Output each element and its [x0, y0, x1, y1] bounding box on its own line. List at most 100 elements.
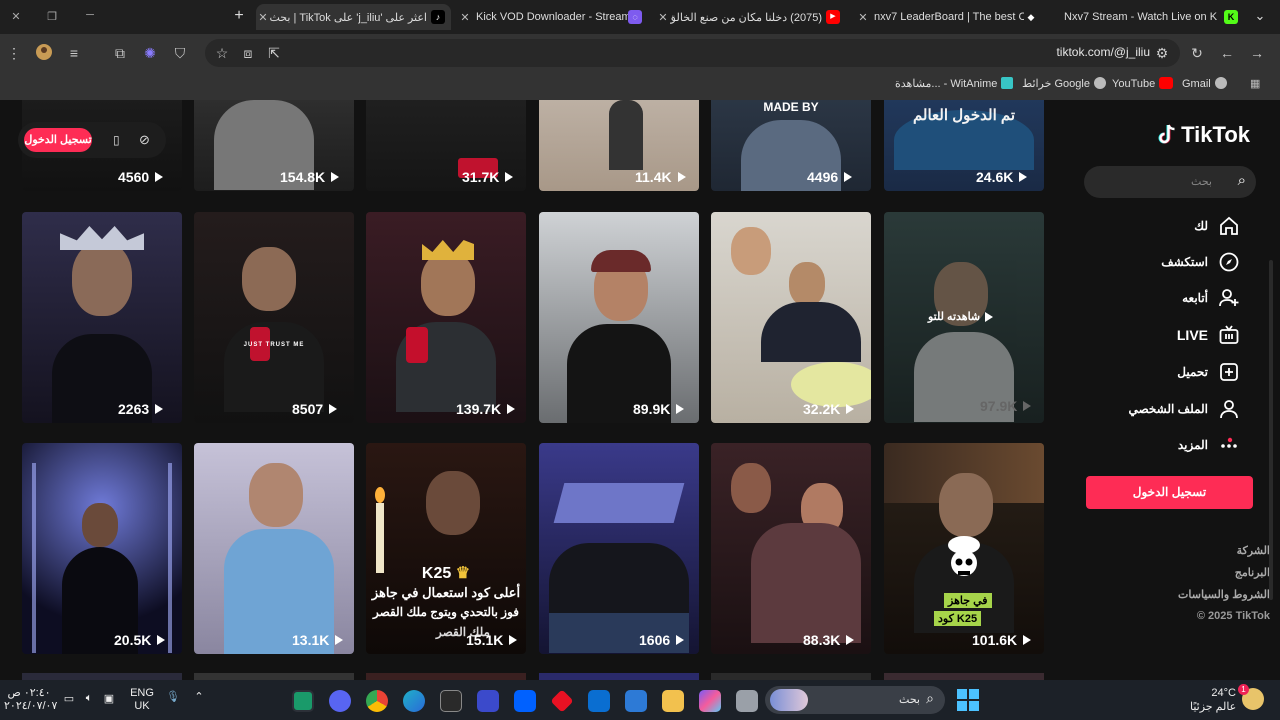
volume-icon[interactable]: 🔈︎: [82, 692, 96, 705]
new-tab-button[interactable]: +: [230, 7, 248, 25]
tiktok-favicon-icon: ♪: [431, 10, 445, 24]
forward-icon[interactable]: →: [1247, 43, 1267, 63]
weather-temp: 24°C: [1211, 687, 1236, 699]
footer-link-program[interactable]: البرنامج: [1235, 566, 1270, 579]
video-tile[interactable]: 13.1K: [194, 443, 354, 654]
microphone-icon[interactable]: 🎙︎: [166, 690, 180, 703]
edge-app-icon[interactable]: [403, 690, 425, 712]
menu-dots-icon[interactable]: ⋮: [4, 43, 24, 63]
media-control-icon[interactable]: ≡: [64, 43, 84, 63]
all-bookmarks-icon[interactable]: ▦: [1250, 77, 1260, 90]
sidebar-item-explore[interactable]: استكشف: [1161, 251, 1240, 273]
translate-icon[interactable]: ⧈: [238, 43, 258, 63]
dropbox-icon[interactable]: [514, 690, 536, 712]
compass-small-icon[interactable]: ⊘: [139, 132, 150, 148]
video-tile[interactable]: 20.5K: [22, 443, 182, 654]
page-scrollbar[interactable]: [1269, 260, 1273, 600]
mobile-device-icon[interactable]: ▯: [113, 133, 120, 147]
store-app-icon[interactable]: [625, 690, 647, 712]
chrome-app-icon[interactable]: [366, 690, 388, 712]
battery-icon[interactable]: ▭: [62, 692, 76, 705]
window-minimize-button[interactable]: ─: [82, 9, 98, 21]
extensions-icon[interactable]: ⧉: [110, 43, 130, 63]
video-tile[interactable]: تم الدخول العالم 24.6K: [884, 100, 1044, 191]
view-count-value: 88.3K: [803, 632, 841, 648]
sidebar-item-label: المزيد: [1177, 438, 1208, 452]
sidebar-search-input[interactable]: بحث ⌕: [1084, 166, 1256, 198]
chatgpt-app-icon[interactable]: [292, 690, 314, 712]
tray-chevron-icon[interactable]: ⌃: [192, 690, 206, 703]
bookmark-google-maps[interactable]: خرائط Google: [1022, 77, 1110, 90]
bookmark-witanime[interactable]: مشاهدة... - WitAnime: [895, 77, 1017, 90]
tab-close-icon[interactable]: ✕: [656, 11, 670, 24]
sidebar-item-foryou[interactable]: لك: [1194, 215, 1240, 237]
install-app-icon[interactable]: ⇱: [264, 43, 284, 63]
video-tile[interactable]: JUST TRUST ME 8507: [194, 212, 354, 423]
video-tile[interactable]: 154.8K: [194, 100, 354, 191]
network-icon[interactable]: ▣: [102, 692, 116, 705]
video-tile[interactable]: 31.7K: [366, 100, 526, 191]
clock[interactable]: ٠٢:٤٠ ص ٢٠٢٤/٠٧/٠٧: [4, 687, 57, 713]
extension-star-icon[interactable]: ✺: [140, 43, 160, 63]
sidebar-login-button[interactable]: تسجيل الدخول: [1086, 476, 1253, 509]
witanime-icon: [1001, 77, 1014, 89]
tab-kick-stream[interactable]: Nxv7 Stream - Watch Live on K K: [1052, 4, 1244, 30]
video-tile[interactable]: 88.3K: [711, 443, 871, 654]
video-tile[interactable]: 11.4K: [539, 100, 699, 191]
floating-login-button[interactable]: تسجيل الدخول: [24, 128, 92, 152]
video-tile[interactable]: 89.9K: [539, 212, 699, 423]
view-count-value: 8507: [292, 401, 324, 417]
video-tile[interactable]: MADE BY 4496: [711, 100, 871, 191]
footer-link-terms[interactable]: الشروط والسياسات: [1178, 588, 1270, 601]
back-icon[interactable]: ←: [1217, 43, 1237, 63]
weather-widget[interactable]: 24°C عالم جزئيًا: [1190, 686, 1236, 714]
sidebar-item-label: تحميل: [1177, 365, 1208, 379]
sidebar-item-profile[interactable]: الملف الشخصي: [1128, 398, 1240, 420]
address-bar[interactable]: [205, 39, 1180, 67]
bookmark-gmail[interactable]: Gmail: [1182, 77, 1231, 90]
task-view-icon[interactable]: [736, 690, 758, 712]
windows-start-icon[interactable]: [957, 689, 979, 711]
file-explorer-icon[interactable]: [662, 690, 684, 712]
video-tile[interactable]: 2263: [22, 212, 182, 423]
taskbar-search-label: بحث: [899, 694, 920, 706]
footer-link-company[interactable]: الشركة: [1237, 544, 1270, 557]
sidebar-item-more[interactable]: المزيد: [1178, 434, 1240, 456]
shield-icon[interactable]: ⛉: [170, 43, 190, 63]
tab-close-icon[interactable]: ✕: [458, 11, 472, 24]
tab-search-button[interactable]: ⌄: [1252, 8, 1268, 24]
window-close-button[interactable]: ✕: [8, 10, 24, 23]
video-tile[interactable]: 139.7K: [366, 212, 526, 423]
window-restore-button[interactable]: ❐: [44, 10, 60, 23]
tab-tiktok[interactable]: ✕ اعثر على 'j_iliu' على TikTok | بحث ♪: [256, 4, 451, 30]
epic-games-icon[interactable]: [440, 690, 462, 712]
tab-leaderboard[interactable]: ✕ nxv7 LeaderBoard | The best Ch ◆: [856, 4, 1044, 30]
tab-close-icon[interactable]: ✕: [856, 11, 870, 24]
sidebar-item-following[interactable]: أتابعه: [1182, 287, 1240, 309]
sidebar-item-upload[interactable]: تحميل: [1177, 361, 1240, 383]
tiktok-logo[interactable]: TikTok: [1157, 122, 1250, 148]
tile-overlay-text: تم الدخول العالم: [912, 107, 1016, 124]
profile-avatar-icon[interactable]: [35, 43, 55, 63]
sidebar-item-live[interactable]: LIVE: [1177, 324, 1240, 346]
search-icon[interactable]: ⌕: [1238, 172, 1246, 189]
next-row-peek: [22, 673, 1044, 680]
url-text[interactable]: tiktok.com/@j_iliu: [1056, 45, 1150, 59]
tab-youtube[interactable]: ✕ (2075) دخلنا مكان من صنع الخالق ▶: [656, 4, 846, 30]
mail-app-icon[interactable]: [588, 690, 610, 712]
video-tile[interactable]: 1606: [539, 443, 699, 654]
tab-kick-vod[interactable]: ✕ Kick VOD Downloader - Stream ◌: [458, 4, 648, 30]
bookmark-youtube[interactable]: YouTube: [1112, 77, 1177, 90]
reload-icon[interactable]: ↻: [1187, 43, 1207, 63]
shield-app-icon[interactable]: [477, 690, 499, 712]
video-tile[interactable]: في جاهز كود K25 101.6K: [884, 443, 1044, 654]
discord-app-icon[interactable]: [329, 690, 351, 712]
copilot-icon[interactable]: [699, 690, 721, 712]
language-indicator[interactable]: ENG UK: [128, 687, 156, 713]
view-count: 13.1K: [292, 632, 344, 648]
site-settings-icon[interactable]: ⚙: [1152, 43, 1172, 63]
bookmark-star-icon[interactable]: ☆: [212, 43, 232, 63]
video-tile[interactable]: K25 ♛ أعلى كود استعمال في جاهز فوز بالتح…: [366, 443, 526, 654]
video-tile[interactable]: 32.2K: [711, 212, 871, 423]
tab-close-icon[interactable]: ✕: [256, 11, 270, 24]
